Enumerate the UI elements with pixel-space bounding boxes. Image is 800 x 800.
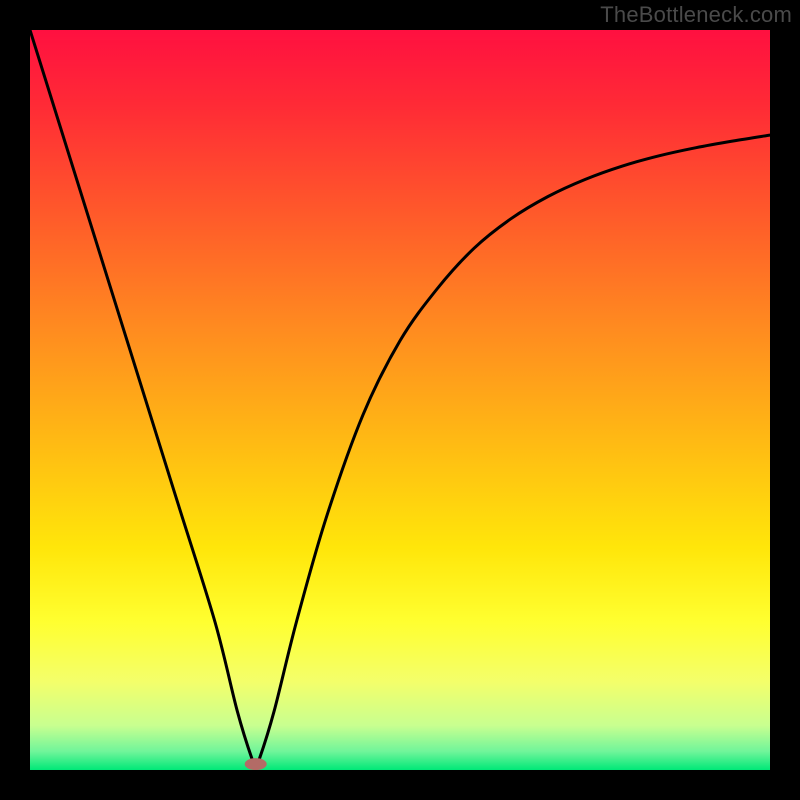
optimum-marker	[245, 758, 267, 770]
chart-frame: TheBottleneck.com	[0, 0, 800, 800]
watermark-text: TheBottleneck.com	[600, 2, 792, 28]
plot-area	[30, 30, 770, 770]
plot-svg	[30, 30, 770, 770]
gradient-background	[30, 30, 770, 770]
